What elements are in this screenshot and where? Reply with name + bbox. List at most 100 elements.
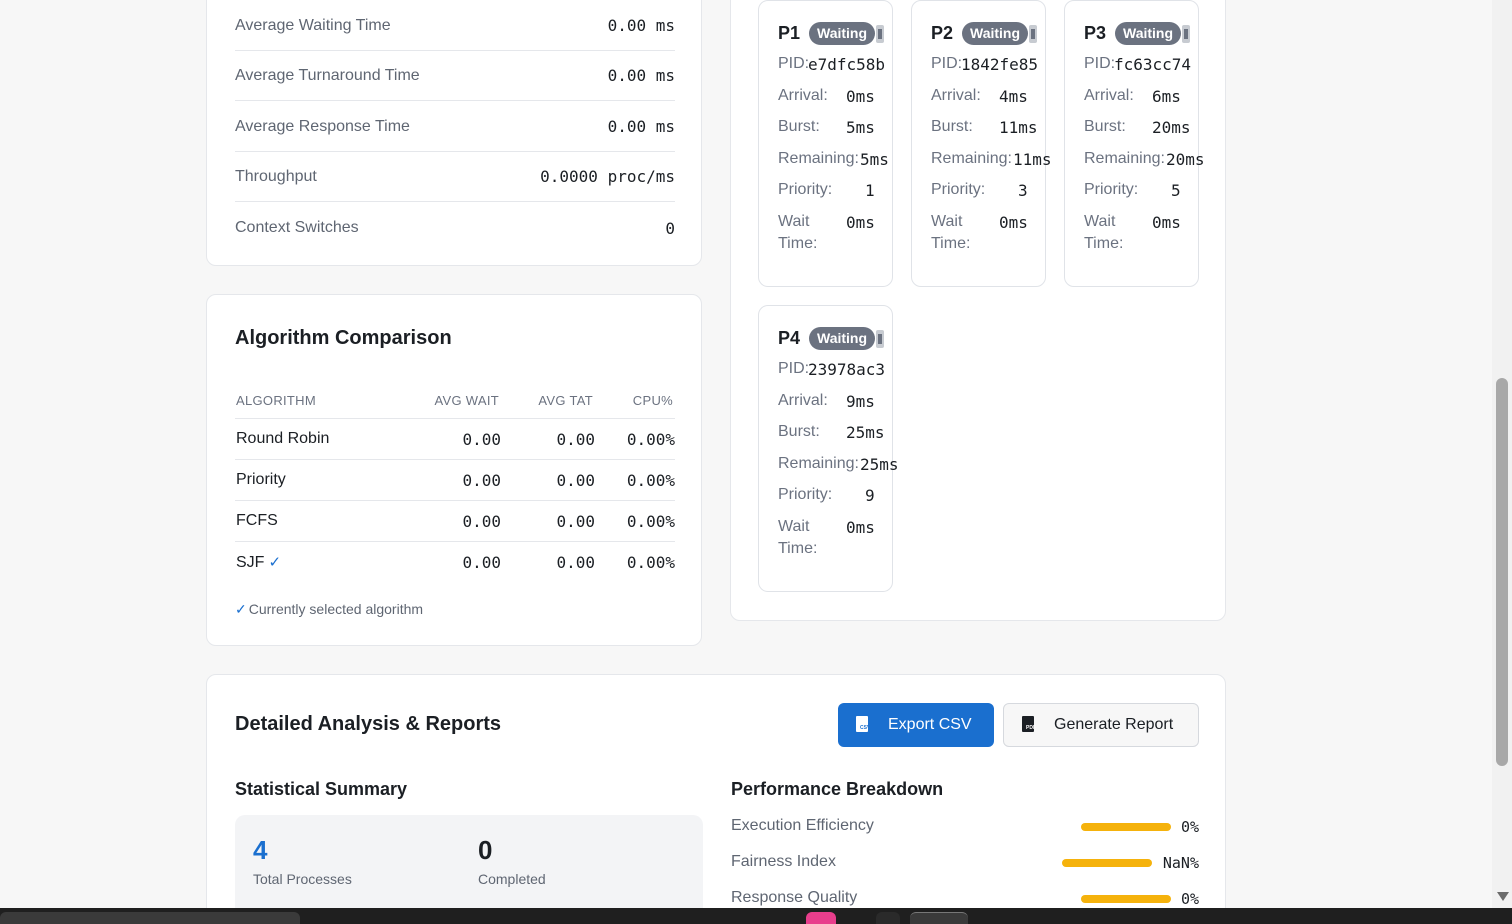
metric-value: 0.00 ms — [607, 117, 675, 136]
status-badge: Waiting — [962, 22, 1029, 45]
metric-value: 0.0000 proc/ms — [540, 167, 675, 186]
field-wait-label-line2: Time: — [778, 540, 818, 557]
generate-report-button[interactable]: PDF Generate Report — [1003, 703, 1199, 747]
taskbar-search[interactable] — [0, 912, 300, 924]
field-priority-label: Priority: — [931, 181, 986, 198]
perf-label: Response Quality — [731, 889, 858, 906]
field-wait-label-line1: Wait — [931, 213, 963, 230]
field-pid-value: fc63cc74 — [1114, 55, 1192, 74]
table-row: Priority 0.00 0.00 0.00% — [235, 459, 675, 500]
field-priority-value: 5 — [1171, 181, 1181, 200]
header-algorithm: ALGORITHM — [236, 393, 316, 408]
page-scrollbar[interactable] — [1492, 0, 1512, 908]
metric-label: Average Turnaround Time — [235, 66, 420, 84]
export-csv-button[interactable]: CSV Export CSV — [838, 703, 994, 747]
metric-row-avg-waiting: Average Waiting Time 0.00 ms — [235, 1, 675, 51]
avg-wait-cell: 0.00 — [462, 430, 501, 449]
avg-wait-cell: 0.00 — [462, 471, 501, 490]
perf-row-response-quality: Response Quality 0% — [731, 889, 1199, 909]
process-card-p2[interactable]: P2 Waiting PID: 1842fe85 Arrival: 4ms Burst: 11… — [911, 0, 1052, 287]
perf-bar — [1081, 823, 1171, 831]
scrollbar-thumb[interactable] — [1496, 378, 1508, 766]
check-icon: ✓ — [235, 601, 247, 617]
total-processes-label: Total Processes — [253, 871, 352, 887]
note-text: Currently selected algorithm — [248, 601, 424, 617]
drag-handle-icon[interactable] — [1029, 25, 1037, 43]
perf-value: 0% — [1180, 890, 1199, 908]
metric-label: Throughput — [235, 167, 317, 185]
process-card-p1[interactable]: P1 Waiting PID: e7dfc58b Arrival: 0ms Burst: 5m… — [758, 0, 893, 287]
process-card-p4[interactable]: P4 Waiting PID: 23978ac3 Arrival: 9ms Burst: 25… — [758, 305, 899, 592]
drag-handle-icon[interactable] — [876, 25, 884, 43]
metric-value: 0 — [665, 218, 675, 238]
taskbar-app-icon[interactable] — [876, 912, 900, 924]
avg-tat-cell: 0.00 — [556, 512, 595, 531]
field-pid-label: PID: — [1084, 55, 1116, 72]
field-arrival-label: Arrival: — [1084, 87, 1134, 104]
algorithm-name: Priority — [236, 471, 286, 488]
field-wait-value: 0ms — [999, 213, 1028, 232]
status-badge: Waiting — [1115, 22, 1182, 45]
avg-tat-cell: 0.00 — [556, 553, 595, 572]
field-remaining-value: 11ms — [1013, 150, 1052, 169]
cpu-cell: 0.00% — [626, 512, 675, 531]
perf-row-fairness-index: Fairness Index NaN% — [731, 853, 1199, 873]
status-badge: Waiting — [809, 327, 876, 350]
generate-report-label: Generate Report — [1054, 716, 1174, 733]
metrics-card: Average Waiting Time 0.00 ms Average Tur… — [206, 0, 702, 266]
pdf-file-icon: PDF — [1022, 716, 1036, 734]
field-arrival-value: 6ms — [1152, 87, 1181, 106]
perf-value: 0% — [1180, 818, 1199, 836]
scroll-down-arrow-icon[interactable] — [1497, 892, 1509, 901]
reports-card: Detailed Analysis & Reports CSV Export C… — [206, 674, 1226, 924]
metric-label: Average Response Time — [235, 117, 410, 135]
algorithm-name: FCFS — [236, 512, 278, 529]
field-pid-label: PID: — [778, 360, 810, 377]
field-wait-label-line2: Time: — [931, 235, 971, 252]
metric-value: 0.00 ms — [607, 66, 675, 85]
taskbar-app-icon[interactable] — [806, 912, 836, 924]
field-priority-value: 3 — [1018, 181, 1028, 200]
field-burst-value: 11ms — [999, 118, 1038, 137]
field-burst-value: 25ms — [846, 423, 885, 442]
csv-icon-tag: CSV — [860, 725, 871, 731]
field-wait-label-line2: Time: — [778, 235, 818, 252]
statistical-summary-title: Statistical Summary — [235, 779, 408, 799]
field-burst-label: Burst: — [778, 423, 820, 440]
pdf-icon-tag: PDF — [1026, 725, 1036, 731]
header-avg-tat: AVG TAT — [538, 393, 593, 408]
field-burst-label: Burst: — [931, 118, 973, 135]
algorithm-comparison-title: Algorithm Comparison — [235, 327, 452, 349]
metric-value: 0.00 ms — [607, 16, 675, 35]
taskbar — [0, 908, 1512, 924]
algorithm-name-selected: SJF ✓ — [236, 553, 281, 572]
status-badge: Waiting — [809, 22, 876, 45]
taskbar-active-app[interactable] — [910, 912, 968, 924]
field-arrival-value: 4ms — [999, 87, 1028, 106]
cpu-cell: 0.00% — [626, 471, 675, 490]
field-arrival-label: Arrival: — [931, 87, 981, 104]
perf-bar — [1081, 895, 1171, 903]
algorithm-comparison-card: Algorithm Comparison ALGORITHM AVG WAIT … — [206, 294, 702, 646]
completed-value: 0 — [478, 835, 493, 865]
header-cpu: CPU% — [632, 393, 673, 408]
drag-handle-icon[interactable] — [876, 330, 884, 348]
process-card-p3[interactable]: P3 Waiting PID: fc63cc74 Arrival: 6ms Burst: 20… — [1064, 0, 1205, 287]
completed-label: Completed — [478, 871, 546, 887]
metric-row-throughput: Throughput 0.0000 proc/ms — [235, 152, 675, 202]
field-pid-label: PID: — [778, 55, 810, 72]
perf-label: Fairness Index — [731, 853, 836, 870]
field-remaining-value: 5ms — [860, 150, 889, 169]
avg-wait-cell: 0.00 — [462, 553, 501, 572]
field-arrival-label: Arrival: — [778, 87, 828, 104]
field-burst-value: 20ms — [1152, 118, 1191, 137]
perf-bar — [1062, 859, 1152, 867]
field-wait-label-line1: Wait — [1084, 213, 1116, 230]
selected-algorithm-note: ✓ Currently selected algorithm — [235, 601, 423, 618]
field-burst-label: Burst: — [1084, 118, 1126, 135]
perf-row-execution-efficiency: Execution Efficiency 0% — [731, 817, 1199, 837]
table-row: Round Robin 0.00 0.00 0.00% — [235, 418, 675, 459]
drag-handle-icon[interactable] — [1182, 25, 1190, 43]
field-remaining-value: 20ms — [1166, 150, 1205, 169]
field-pid-value: e7dfc58b — [808, 55, 886, 74]
